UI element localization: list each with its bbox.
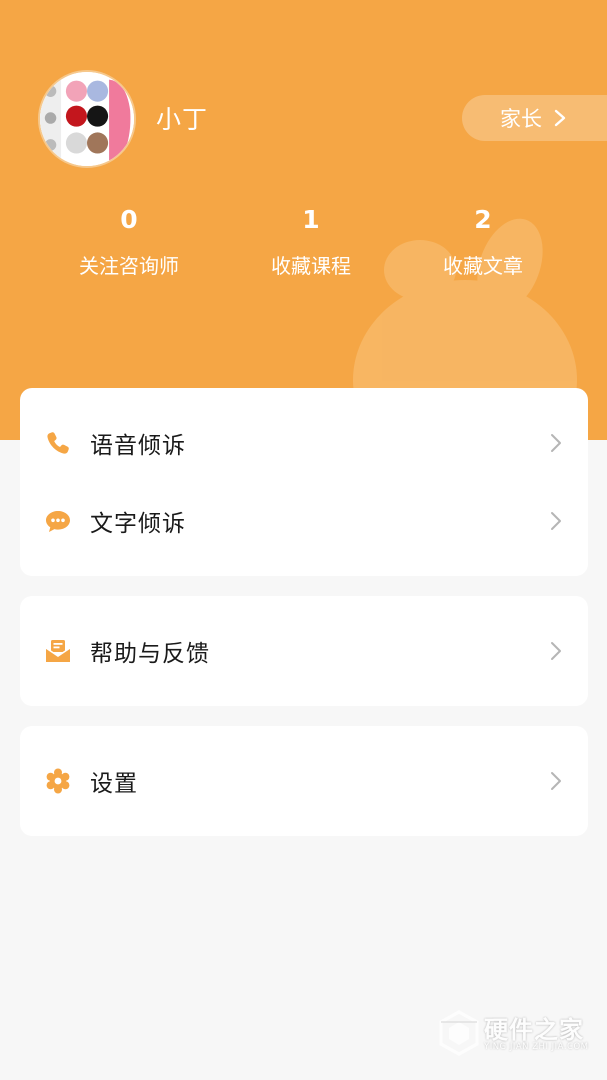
menu-item-label: 帮助与反馈 [90,641,210,667]
menu-item-voice[interactable]: 语音倾诉 [20,408,588,478]
stat-label: 收藏文章 [443,254,523,278]
chevron-right-icon [551,772,561,790]
profile-header: 小丁 家长 0 关注咨询师 1 收藏课程 2 收藏文章 [0,0,607,440]
stat-following-counselors[interactable]: 0 关注咨询师 [29,200,229,279]
role-switch-button[interactable]: 家长 [462,95,607,141]
avatar[interactable] [38,70,136,168]
gear-icon [44,767,72,795]
watermark-subtitle: YING JIAN ZHI JIA.COM [484,1042,589,1052]
settings-card: 设置 [20,726,588,836]
profile-stats: 0 关注咨询师 1 收藏课程 2 收藏文章 [0,200,607,300]
watermark-logo-icon [439,1010,479,1056]
stat-count: 1 [302,205,320,234]
mail-feedback-icon [44,637,72,665]
help-card: 帮助与反馈 [20,596,588,706]
chevron-right-icon [551,434,561,452]
chevron-right-icon [551,642,561,660]
chevron-right-icon [554,109,566,127]
menu-item-label: 设置 [90,771,138,797]
profile-page: 小丁 家长 0 关注咨询师 1 收藏课程 2 收藏文章 语音倾诉 文字倾诉 帮助… [0,0,607,1080]
stat-label: 收藏课程 [271,254,351,278]
chevron-right-icon [551,512,561,530]
menu-item-settings[interactable]: 设置 [20,746,588,816]
stat-favorite-courses[interactable]: 1 收藏课程 [211,200,411,279]
stat-count: 0 [120,205,138,234]
watermark: 硬件之家 YING JIAN ZHI JIA.COM [438,1008,598,1060]
stat-favorite-articles[interactable]: 2 收藏文章 [383,200,583,279]
phone-icon [44,429,72,457]
watermark-title: 硬件之家 [484,1016,584,1044]
menu-item-label: 语音倾诉 [90,433,186,459]
chat-bubble-icon [44,507,72,535]
role-label: 家长 [500,107,542,131]
menu-item-help[interactable]: 帮助与反馈 [20,616,588,686]
username: 小丁 [156,105,209,134]
menu-item-label: 文字倾诉 [90,511,186,537]
stat-label: 关注咨询师 [79,254,179,278]
menu-item-text[interactable]: 文字倾诉 [20,486,588,556]
stat-count: 2 [474,205,492,234]
consult-card: 语音倾诉 文字倾诉 [20,388,588,576]
